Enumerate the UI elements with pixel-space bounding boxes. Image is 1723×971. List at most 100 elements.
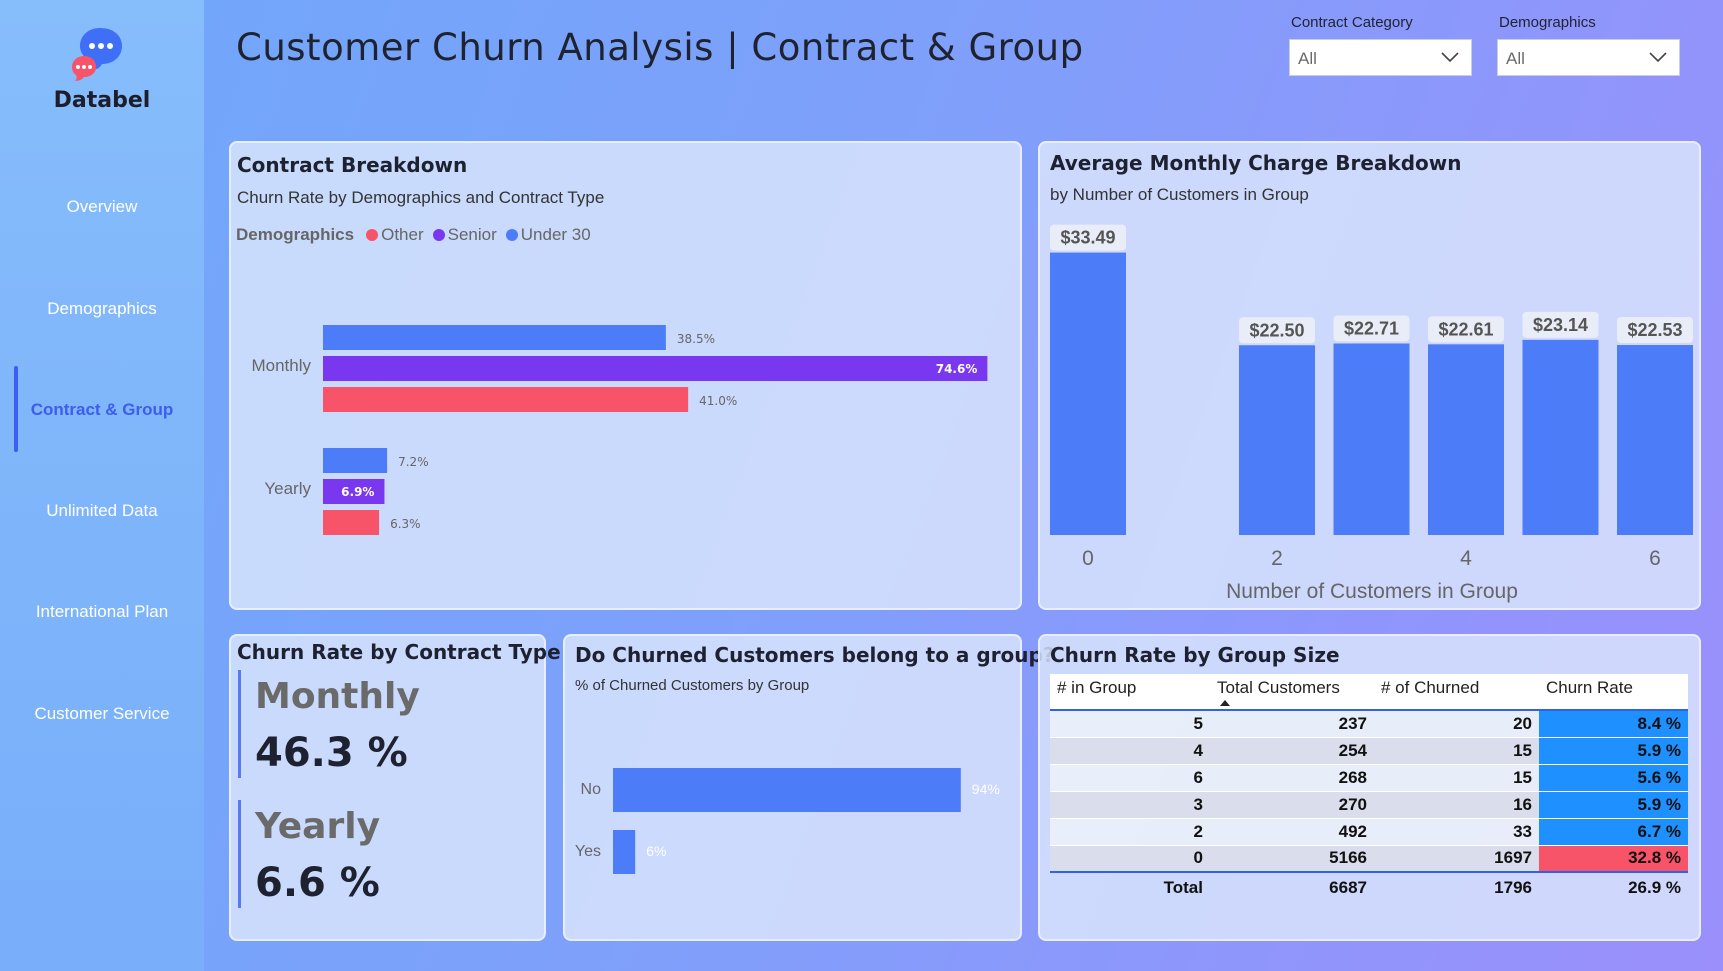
cell-total-customers: 492 (1210, 818, 1374, 845)
bar (613, 768, 961, 812)
kpi-monthly-value: 46.3 % (255, 730, 408, 776)
bar (323, 356, 988, 381)
cell-churn-rate: 5.9 % (1539, 737, 1688, 764)
bar (1522, 339, 1599, 535)
contract-category-dropdown[interactable]: All (1289, 39, 1472, 76)
cell-total-customers: 5166 (1210, 845, 1374, 873)
nav-item-overview[interactable]: Overview (0, 197, 204, 217)
legend-dot-under-30 (505, 229, 518, 241)
bar (1333, 343, 1410, 535)
legend-item-under-30[interactable]: Under 30 (505, 225, 591, 245)
cell-total-customers: 254 (1210, 737, 1374, 764)
data-label: 6.3% (390, 517, 421, 531)
col-header-churned[interactable]: # of Churned (1374, 674, 1539, 710)
legend-label-under-30: Under 30 (520, 225, 591, 244)
demographics-filter-label: Demographics (1499, 14, 1596, 31)
contract-breakdown-title: Contract Breakdown (237, 153, 468, 177)
data-label: $22.50 (1249, 320, 1304, 340)
col-header-churn-rate[interactable]: Churn Rate (1539, 674, 1688, 710)
bar (1428, 344, 1504, 535)
col-header-total-customers[interactable]: Total Customers (1210, 674, 1374, 710)
legend-label-other: Other (381, 225, 424, 244)
table-row[interactable]: 5 237 20 8.4 % (1050, 709, 1688, 737)
kpi-monthly-label: Monthly (255, 676, 420, 717)
data-label: 74.6% (936, 362, 978, 376)
bar (323, 510, 380, 535)
y-tick-label: Yearly (264, 479, 311, 498)
bar (1617, 345, 1693, 535)
cell-churned: 15 (1374, 737, 1539, 764)
legend-item-senior[interactable]: Senior (432, 225, 497, 245)
legend-dot-other (366, 229, 379, 241)
page-title: Customer Churn Analysis | Contract & Gro… (236, 26, 1084, 69)
y-tick-label: Yes (575, 843, 601, 860)
data-label: 94% (972, 781, 1000, 797)
chat-bubbles-icon (72, 28, 122, 81)
cell-churn-rate: 5.6 % (1539, 764, 1688, 791)
cell-churned: 20 (1374, 709, 1539, 737)
col-header-in-group[interactable]: # in Group (1050, 674, 1210, 710)
table-row[interactable]: 2 492 33 6.7 % (1050, 818, 1688, 845)
bar (1239, 345, 1315, 535)
bar (323, 387, 689, 412)
brand-name: Databel (53, 88, 151, 113)
demographics-dropdown[interactable]: All (1497, 39, 1680, 76)
table-row[interactable]: 3 270 16 5.9 % (1050, 791, 1688, 818)
table-header-row: # in Group Total Customers # of Churned … (1050, 674, 1688, 710)
table-row[interactable]: 4 254 15 5.9 % (1050, 737, 1688, 764)
cell-group-size: 3 (1050, 791, 1210, 818)
bar (1050, 252, 1126, 535)
nav-item-international-plan[interactable]: International Plan (0, 602, 204, 622)
data-label: 41.0% (699, 394, 737, 408)
legend-item-other[interactable]: Other (366, 225, 424, 245)
contract-category-label: Contract Category (1291, 14, 1413, 31)
nav-item-unlimited-data[interactable]: Unlimited Data (0, 501, 204, 521)
nav-item-customer-service[interactable]: Customer Service (0, 704, 204, 724)
avg-monthly-charge-subtitle: by Number of Customers in Group (1050, 185, 1309, 204)
demographics-filter-value: All (1506, 49, 1525, 68)
data-label: $22.61 (1438, 319, 1493, 339)
cell-churn-rate: 6.7 % (1539, 818, 1688, 845)
cell-churned: 33 (1374, 818, 1539, 845)
cell-total-customers: 268 (1210, 764, 1374, 791)
churned-in-group-chart: No 94% Yes 6% (575, 768, 1000, 874)
x-axis-label: Number of Customers in Group (1226, 580, 1518, 603)
kpi-yearly-value: 6.6 % (255, 860, 380, 906)
total-label: Total (1163, 877, 1203, 897)
data-label: 38.5% (677, 332, 715, 346)
nav-item-contract-group[interactable]: Contract & Group (0, 400, 204, 420)
data-label: $22.71 (1344, 318, 1399, 338)
table-row[interactable]: 6 268 15 5.6 % (1050, 764, 1688, 791)
total-customers: 6687 (1329, 877, 1367, 897)
bar (613, 830, 636, 874)
legend-title: Demographics (236, 225, 355, 244)
cell-churn-rate: 32.8 % (1539, 845, 1688, 873)
cell-group-size: 6 (1050, 764, 1210, 791)
data-label: $22.53 (1627, 320, 1682, 340)
table-row[interactable]: 0 5166 1697 32.8 % (1050, 845, 1688, 873)
data-label: 6% (646, 843, 666, 859)
contract-breakdown-chart: Monthly 38.5% 74.6% 41.0% Yearly 7.2% 6.9% 6.3% (251, 325, 988, 535)
cell-group-size: 2 (1050, 818, 1210, 845)
cell-churn-rate: 5.9 % (1539, 791, 1688, 818)
contract-category-filter: Contract Category All (1289, 14, 1472, 76)
cell-churn-rate: 8.4 % (1539, 709, 1688, 737)
y-tick-label: No (581, 781, 602, 798)
cell-total-customers: 237 (1210, 709, 1374, 737)
group-size-table: # in Group Total Customers # of Churned … (1050, 674, 1688, 902)
cell-group-size: 4 (1050, 737, 1210, 764)
cell-group-size: 5 (1050, 709, 1210, 737)
legend-label-senior: Senior (447, 225, 497, 244)
total-churned: 1796 (1494, 877, 1532, 897)
cell-total-customers: 270 (1210, 791, 1374, 818)
nav-item-demographics[interactable]: Demographics (0, 299, 204, 319)
chevron-down-icon (1441, 52, 1459, 63)
demographics-filter: Demographics All (1497, 14, 1680, 76)
x-tick-label: 6 (1649, 547, 1661, 570)
kpi-yearly-label: Yearly (255, 806, 381, 847)
data-label: $33.49 (1060, 228, 1115, 248)
churned-in-group-title: Do Churned Customers belong to a group? (575, 643, 1055, 667)
x-tick-label: 4 (1460, 547, 1472, 570)
bar (323, 448, 388, 473)
churn-by-group-size-title: Churn Rate by Group Size (1050, 643, 1340, 667)
